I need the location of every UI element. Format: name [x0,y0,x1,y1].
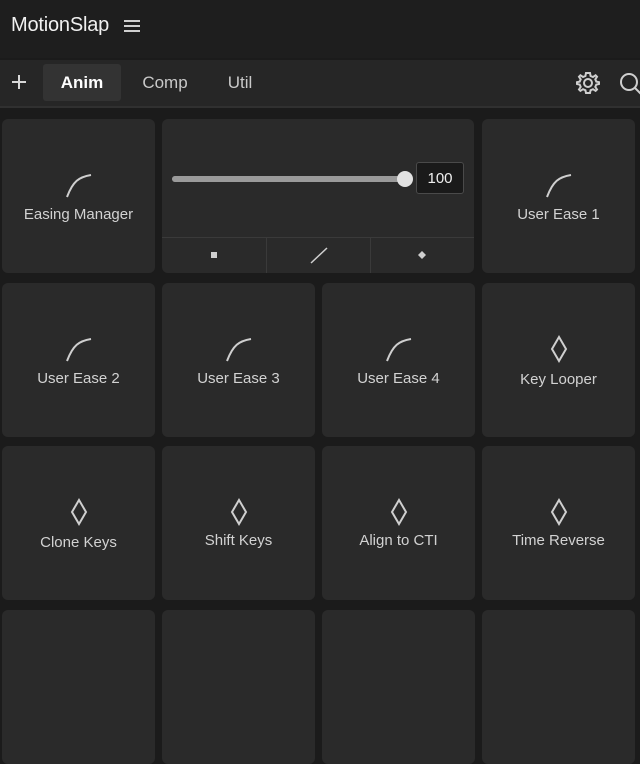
title-bar: MotionSlap [0,0,640,58]
tab-bar: Anim Comp Util [0,60,640,108]
add-tab-button[interactable] [8,70,30,94]
ease-slider-tile: 100 [162,119,474,273]
small-diamond-icon [418,251,426,259]
easing-manager-tile[interactable]: Easing Manager [2,119,155,273]
diamond-icon [550,498,567,526]
key-looper-tile[interactable]: Key Looper [482,283,635,437]
tab-anim[interactable]: Anim [43,64,121,101]
ease-curve-icon [65,174,91,198]
plus-icon [12,75,26,89]
ease-curve-icon [225,338,251,362]
tile-label: Shift Keys [204,532,273,549]
align-to-cti-tile[interactable]: Align to CTI [322,446,475,600]
app-title: MotionSlap [11,14,110,36]
tile-label: Key Looper [520,371,597,388]
user-ease-4-tile[interactable]: User Ease 4 [322,283,475,437]
ease-slider-thumb[interactable] [397,171,413,187]
diamond-icon [70,498,87,526]
tile-label: User Ease 2 [37,370,120,387]
ease-slider-track[interactable] [172,171,413,187]
tile-label: Time Reverse [512,532,605,549]
tile-label: User Ease 4 [357,370,440,387]
tile-label: Align to CTI [359,532,438,549]
ease-hold-button[interactable] [371,238,475,273]
ease-curve-icon [65,338,91,362]
tile-label: Clone Keys [40,534,117,551]
ease-linear-button[interactable] [162,238,266,273]
tab-util[interactable]: Util [215,64,265,101]
grid-tile[interactable] [482,610,635,764]
hamburger-icon[interactable] [124,18,140,34]
user-ease-1-tile[interactable]: User Ease 1 [482,119,635,273]
gear-icon[interactable] [575,70,601,96]
grid-tile[interactable] [322,610,475,764]
diamond-icon [550,335,567,363]
tab-comp[interactable]: Comp [132,64,198,101]
clone-keys-tile[interactable]: Clone Keys [2,446,155,600]
slope-line-icon [310,247,328,264]
ease-curve-icon [545,174,571,198]
ease-curve-icon [385,338,411,362]
ease-slider-fill [172,176,405,182]
tile-label: User Ease 1 [517,206,600,223]
time-reverse-tile[interactable]: Time Reverse [482,446,635,600]
user-ease-3-tile[interactable]: User Ease 3 [162,283,315,437]
user-ease-2-tile[interactable]: User Ease 2 [2,283,155,437]
ease-value-input[interactable]: 100 [416,162,464,194]
ease-slope-button[interactable] [267,238,371,273]
diamond-icon [390,498,407,526]
grid-tile[interactable] [2,610,155,764]
grid-tile[interactable] [162,610,315,764]
square-dot-icon [211,252,217,258]
tile-label: User Ease 3 [197,370,280,387]
tile-label: Easing Manager [23,206,134,223]
search-icon[interactable] [617,71,640,97]
diamond-icon [230,498,247,526]
shift-keys-tile[interactable]: Shift Keys [162,446,315,600]
